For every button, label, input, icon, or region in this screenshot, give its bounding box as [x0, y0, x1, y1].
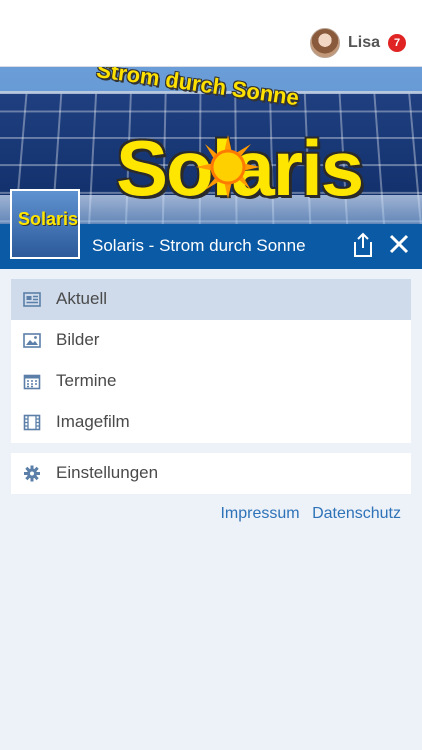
share-icon[interactable]: [351, 232, 375, 258]
image-icon: [23, 332, 41, 349]
main-menu: Aktuell Bilder Termine Imagefilm: [11, 279, 411, 443]
news-icon: [23, 291, 41, 308]
top-bar: Lisa 7: [0, 0, 422, 67]
impressum-link[interactable]: Impressum: [220, 505, 299, 522]
datenschutz-link[interactable]: Datenschutz: [312, 505, 401, 522]
menu-item-aktuell[interactable]: Aktuell: [11, 279, 411, 320]
notification-badge[interactable]: 7: [388, 34, 406, 52]
menu-item-termine[interactable]: Termine: [11, 361, 411, 402]
calendar-icon: [23, 373, 41, 390]
avatar[interactable]: [310, 28, 340, 58]
menu-item-einstellungen[interactable]: Einstellungen: [11, 453, 411, 494]
menu-item-label: Imagefilm: [56, 412, 130, 432]
close-icon[interactable]: [388, 233, 410, 255]
menu-item-imagefilm[interactable]: Imagefilm: [11, 402, 411, 443]
user-name[interactable]: Lisa: [348, 34, 380, 52]
gear-icon: [23, 465, 41, 482]
film-icon: [23, 414, 41, 431]
settings-label: Einstellungen: [56, 463, 158, 483]
menu-item-label: Termine: [56, 371, 116, 391]
menu-item-label: Bilder: [56, 330, 99, 350]
footer-links: Impressum Datenschutz: [212, 505, 401, 523]
sun-icon: [196, 135, 260, 199]
menu-item-label: Aktuell: [56, 289, 107, 309]
page-title: Solaris - Strom durch Sonne: [92, 236, 306, 256]
app-thumbnail: Solaris: [10, 189, 80, 259]
user-menu[interactable]: Lisa 7: [310, 28, 406, 58]
menu-item-bilder[interactable]: Bilder: [11, 320, 411, 361]
thumbnail-logo-text: Solaris: [18, 209, 78, 230]
